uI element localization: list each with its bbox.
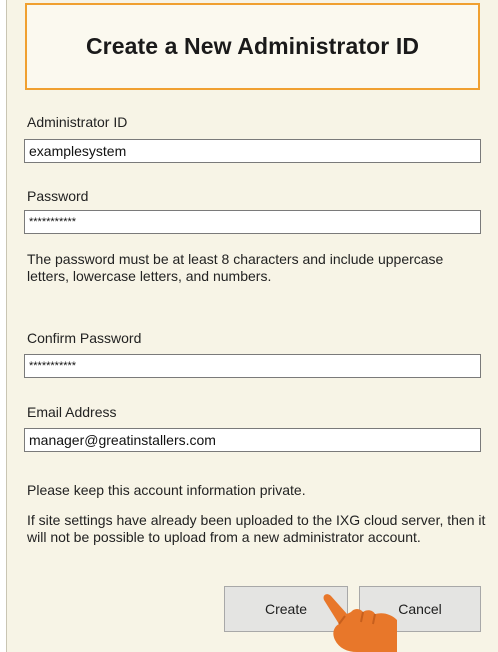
cloud-upload-note: If site settings have already been uploa… [27,512,486,545]
private-info-note: Please keep this account information pri… [27,482,306,498]
admin-id-label: Administrator ID [27,114,128,130]
confirm-password-label: Confirm Password [27,330,142,346]
dialog-title-box: Create a New Administrator ID [25,3,480,90]
admin-id-input[interactable]: examplesystem [24,139,481,163]
dialog-title: Create a New Administrator ID [85,33,420,59]
password-input[interactable]: *********** [24,210,481,234]
password-label: Password [27,188,89,204]
email-label: Email Address [27,404,117,420]
create-admin-dialog: Create a New Administrator ID Administra… [6,0,498,652]
password-requirements-note: The password must be at least 8 characte… [27,251,444,284]
pointing-hand-icon [323,594,397,652]
email-input[interactable]: manager@greatinstallers.com [24,428,481,452]
confirm-password-input[interactable]: *********** [24,354,481,378]
